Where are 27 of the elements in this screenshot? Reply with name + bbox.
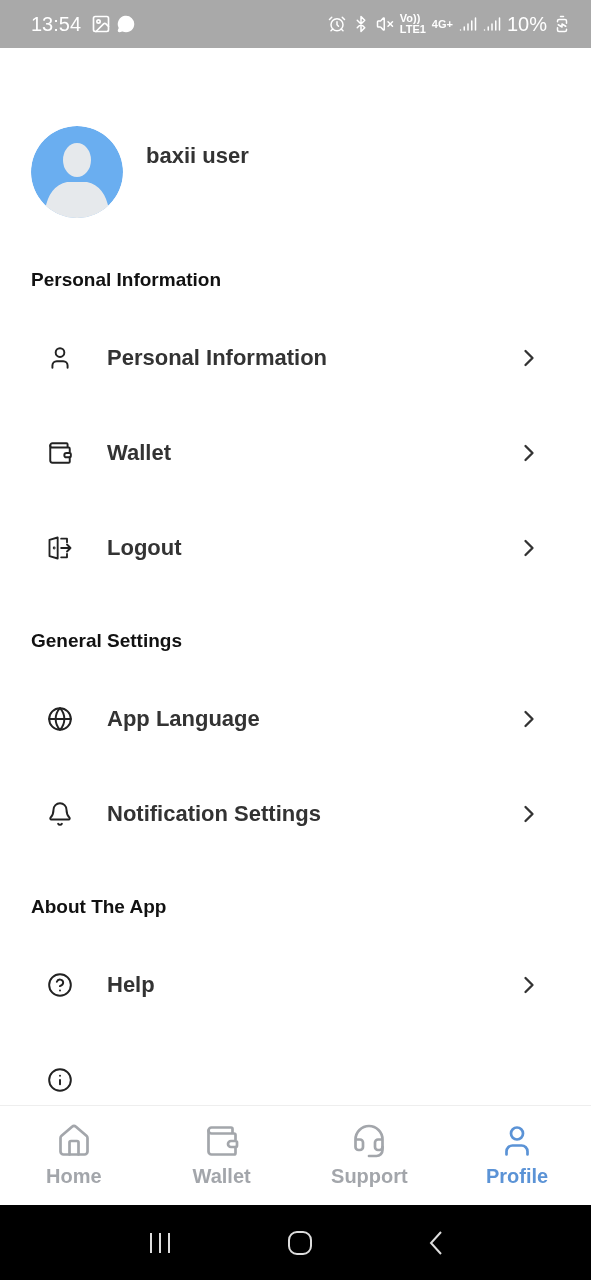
signal-icon <box>482 15 501 33</box>
help-icon <box>47 971 73 998</box>
status-time: 13:54 <box>31 12 82 36</box>
network-label: Vo)) LTE1 <box>399 13 426 35</box>
chat-icon <box>117 15 136 33</box>
globe-icon <box>47 705 73 732</box>
menu-item[interactable]: Personal Information <box>0 310 591 405</box>
menu-item[interactable]: Help <box>0 937 591 1032</box>
section-heading: About The App <box>30 895 168 919</box>
mute-icon <box>375 15 394 33</box>
home-button-icon <box>287 1229 314 1256</box>
section-heading: General Settings <box>30 629 183 653</box>
user-name: baxii user <box>146 143 249 169</box>
menu-item[interactable]: Wallet <box>0 405 591 500</box>
data-type-label: 4G+ <box>431 18 453 30</box>
menu-item[interactable]: Notification Settings <box>0 766 591 861</box>
menu-item[interactable]: App Language <box>0 671 591 766</box>
wallet-icon <box>47 439 73 466</box>
section-heading: Personal Information <box>30 268 223 292</box>
bell-icon <box>47 800 73 827</box>
back-icon <box>427 1229 444 1256</box>
info-icon <box>47 1066 73 1093</box>
signal-icon <box>458 15 477 33</box>
image-icon <box>91 14 112 34</box>
alarm-icon <box>327 15 346 33</box>
menu-item[interactable]: Logout <box>0 500 591 595</box>
battery-percent: 10% <box>506 12 547 36</box>
